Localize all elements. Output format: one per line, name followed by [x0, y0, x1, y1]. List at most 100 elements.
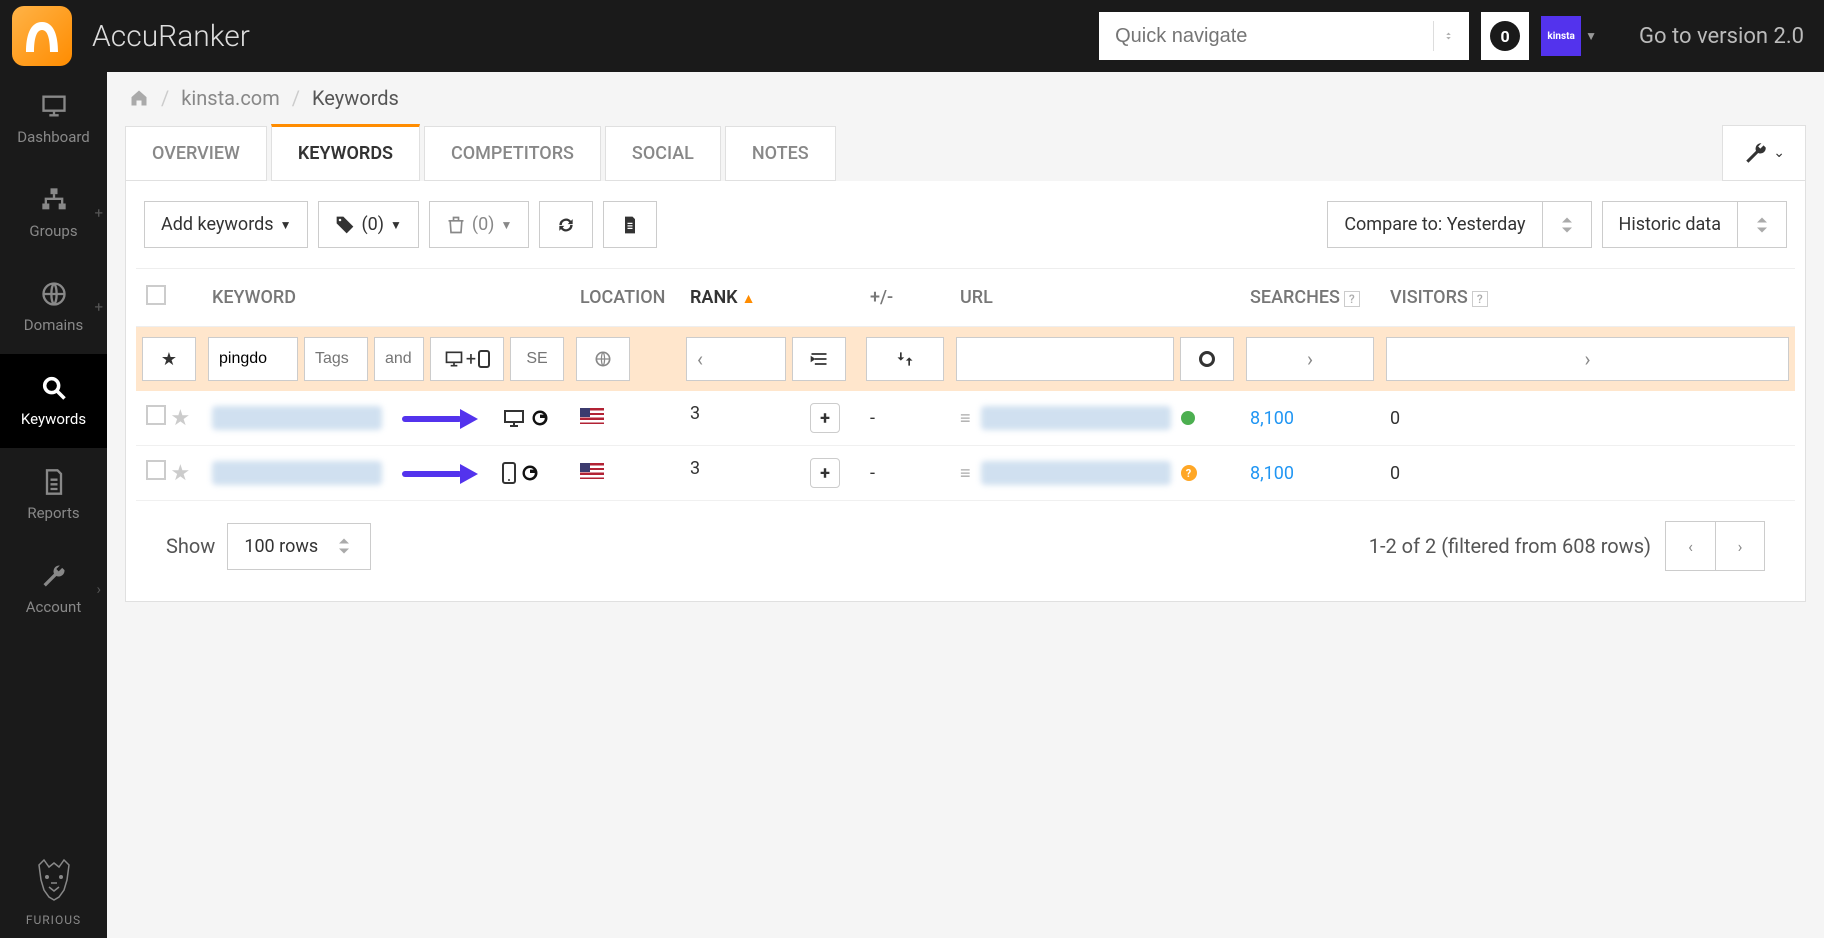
expand-button[interactable]: + — [810, 403, 840, 433]
plus-icon[interactable]: + — [94, 204, 103, 222]
table-row: ★ 3+ — [136, 446, 1795, 501]
quick-navigate-input[interactable] — [1099, 12, 1469, 60]
sidebar-item-dashboard[interactable]: Dashboard — [0, 72, 107, 166]
star-filter[interactable]: ★ — [142, 337, 196, 381]
tab-notes[interactable]: NOTES — [725, 126, 836, 181]
row-checkbox[interactable] — [146, 460, 166, 480]
next-page-button[interactable]: › — [1715, 521, 1765, 571]
annotation-arrow — [402, 408, 482, 428]
caret-down-icon: ▼ — [280, 218, 292, 232]
change-filter[interactable] — [866, 337, 944, 381]
workspace-switcher[interactable]: kinsta ▼ — [1541, 16, 1597, 56]
home-icon[interactable] — [129, 88, 149, 108]
device-mobile — [502, 462, 540, 484]
select-all-checkbox[interactable] — [146, 285, 166, 305]
help-icon[interactable]: ? — [1472, 291, 1488, 307]
expand-button[interactable]: + — [810, 458, 840, 488]
caret-down-icon: ▼ — [1585, 29, 1597, 43]
sort-asc-icon: ▲ — [742, 291, 756, 307]
url-filter[interactable] — [956, 337, 1174, 381]
updown-icon — [895, 349, 915, 369]
sidebar-item-label: Reports — [27, 504, 79, 522]
mobile-icon — [502, 462, 516, 484]
refresh-button[interactable] — [539, 201, 593, 248]
settings-button[interactable]: ⌄ — [1722, 125, 1806, 181]
sidebar-item-keywords[interactable]: Keywords — [0, 354, 107, 448]
quick-nav-sort-icon[interactable] — [1433, 21, 1453, 51]
rank-list-filter[interactable] — [792, 337, 846, 381]
and-filter[interactable] — [374, 337, 424, 381]
tiger-icon — [29, 855, 79, 905]
trash-icon — [446, 215, 466, 235]
col-visitors[interactable]: VISITORS? — [1380, 269, 1795, 327]
circle-icon — [1199, 351, 1215, 367]
tag-button[interactable]: (0) ▼ — [318, 201, 418, 248]
searches-value[interactable]: 8,100 — [1250, 463, 1294, 484]
col-searches[interactable]: SEARCHES? — [1240, 269, 1380, 327]
list-indent-icon — [809, 349, 829, 369]
rank-filter[interactable]: ‹ — [686, 337, 786, 381]
device-desktop — [502, 408, 550, 428]
export-button[interactable] — [603, 201, 657, 248]
chevron-right-icon: › — [96, 580, 101, 598]
visitors-filter[interactable]: › — [1386, 337, 1789, 381]
status-dot-orange: ? — [1181, 465, 1197, 481]
col-url[interactable]: URL — [950, 269, 1240, 327]
col-change[interactable]: +/- — [860, 269, 950, 327]
flag-us-icon — [580, 463, 604, 479]
tab-competitors[interactable]: COMPETITORS — [424, 126, 601, 181]
searches-value[interactable]: 8,100 — [1250, 408, 1294, 429]
sidebar-item-domains[interactable]: Domains + — [0, 260, 107, 354]
version-link[interactable]: Go to version 2.0 — [1639, 24, 1804, 49]
plus-icon[interactable]: + — [94, 298, 103, 316]
rows-per-page-select[interactable]: 100 rows — [227, 523, 371, 570]
row-checkbox[interactable] — [146, 405, 166, 425]
desktop-icon — [502, 408, 526, 428]
search-icon — [40, 374, 68, 402]
tab-social[interactable]: SOCIAL — [605, 126, 721, 181]
se-filter[interactable] — [510, 337, 564, 381]
historic-data-button[interactable]: Historic data — [1602, 201, 1787, 248]
breadcrumb-current: Keywords — [312, 86, 399, 110]
toolbar: Add keywords ▼ (0) ▼ (0) ▼ — [136, 201, 1795, 268]
add-keywords-button[interactable]: Add keywords ▼ — [144, 201, 308, 248]
sidebar-item-groups[interactable]: Groups + — [0, 166, 107, 260]
trash-button[interactable]: (0) ▼ — [429, 201, 529, 248]
tab-keywords[interactable]: KEYWORDS — [271, 124, 420, 181]
tags-filter[interactable] — [304, 337, 368, 381]
compare-to-button[interactable]: Compare to: Yesterday — [1327, 201, 1591, 248]
status-dot-green — [1181, 411, 1195, 425]
main-content: / kinsta.com / Keywords OVERVIEW KEYWORD… — [107, 72, 1824, 602]
sidebar-item-reports[interactable]: Reports — [0, 448, 107, 542]
star-icon[interactable]: ★ — [170, 461, 190, 486]
tab-overview[interactable]: OVERVIEW — [125, 126, 267, 181]
sort-icon[interactable] — [1542, 201, 1592, 248]
wrench-icon — [40, 562, 68, 590]
location-filter[interactable] — [576, 337, 630, 381]
pagination-info: 1-2 of 2 (filtered from 608 rows) — [1369, 534, 1651, 558]
visitors-value: 0 — [1380, 446, 1795, 501]
sort-icon[interactable] — [1737, 201, 1787, 248]
change-value: - — [860, 446, 950, 501]
col-keyword[interactable]: KEYWORD — [202, 269, 570, 327]
sidebar-item-account[interactable]: Account › — [0, 542, 107, 636]
brand-logo[interactable] — [12, 6, 72, 66]
sidebar-item-label: Groups — [29, 222, 77, 240]
url-status-filter[interactable] — [1180, 337, 1234, 381]
sitemap-icon — [40, 186, 68, 214]
sidebar-item-label: Account — [26, 598, 82, 616]
col-rank[interactable]: RANK▲ — [680, 269, 860, 327]
searches-filter[interactable]: › — [1246, 337, 1374, 381]
col-location[interactable]: LOCATION — [570, 269, 680, 327]
prev-page-button[interactable]: ‹ — [1665, 521, 1715, 571]
device-filter[interactable]: + — [430, 337, 504, 381]
star-icon[interactable]: ★ — [170, 406, 190, 431]
furious-badge[interactable]: FURIOUS — [0, 855, 107, 928]
quick-navigate-field[interactable] — [1115, 25, 1433, 48]
keyword-filter[interactable] — [208, 337, 298, 381]
breadcrumb-domain[interactable]: kinsta.com — [181, 86, 279, 110]
desktop-icon — [444, 349, 464, 369]
help-icon[interactable]: ? — [1344, 291, 1360, 307]
notification-counter[interactable]: 0 — [1481, 12, 1529, 60]
url-text-redacted — [981, 461, 1171, 485]
